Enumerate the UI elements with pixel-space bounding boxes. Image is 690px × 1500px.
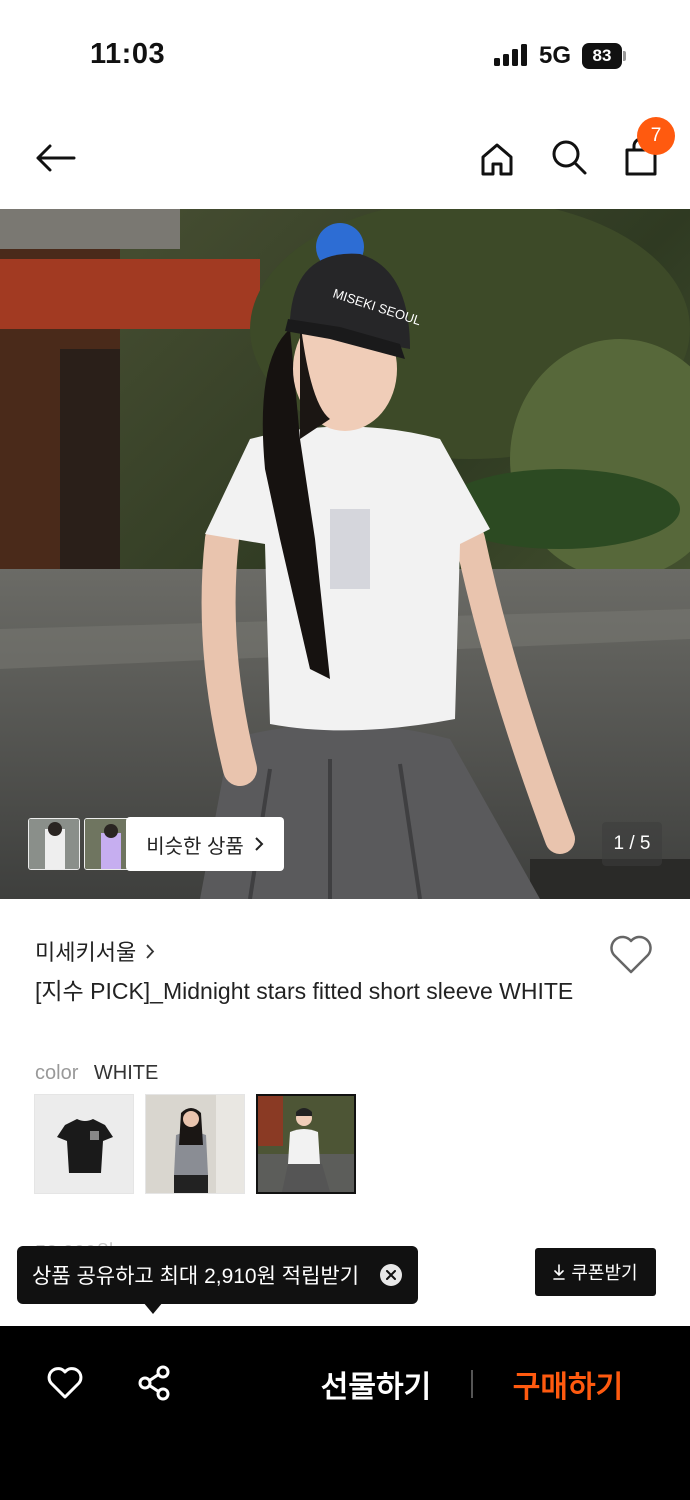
back-arrow-icon: [36, 144, 76, 172]
product-main-image[interactable]: MISEKI SEOUL: [0, 209, 690, 899]
color-swatch-selected[interactable]: [256, 1094, 356, 1194]
home-button[interactable]: [474, 136, 520, 182]
coupon-label: 쿠폰받기: [571, 1263, 638, 1283]
color-value: WHITE: [93, 1062, 159, 1084]
bottom-divider: [471, 1370, 473, 1398]
search-button[interactable]: [546, 134, 592, 180]
heart-icon: [610, 935, 652, 974]
mini-thumbnails[interactable]: [28, 818, 136, 870]
similar-products-label: 비슷한 상품: [146, 835, 244, 858]
color-swatches: [34, 1094, 356, 1194]
image-page-counter: 1 / 5: [602, 822, 662, 866]
home-icon: [481, 143, 513, 176]
back-button[interactable]: [30, 136, 80, 180]
color-swatch[interactable]: [34, 1094, 134, 1194]
tooltip-close-button[interactable]: [380, 1264, 402, 1286]
cart-count-badge: 7: [637, 117, 675, 155]
gift-button[interactable]: 선물하기: [310, 1360, 442, 1408]
mini-thumbnail[interactable]: [28, 818, 80, 870]
product-title: [지수 PICK]_Midnight stars fitted short sl…: [35, 978, 574, 1004]
share-button[interactable]: [133, 1362, 175, 1404]
bottom-action-bar: [0, 1326, 690, 1500]
search-icon: [552, 140, 587, 175]
status-time: 11:03: [90, 38, 166, 70]
close-icon: [386, 1270, 396, 1280]
color-swatch[interactable]: [145, 1094, 245, 1194]
chevron-right-icon: [255, 837, 264, 851]
wishlist-button[interactable]: [608, 932, 654, 976]
buy-button[interactable]: 구매하기: [498, 1360, 638, 1408]
chevron-right-icon: [146, 943, 155, 959]
network-label: 5G: [539, 42, 572, 69]
tooltip-arrow: [143, 1302, 163, 1314]
bottom-wishlist-button[interactable]: [44, 1362, 86, 1404]
heart-icon: [47, 1367, 83, 1399]
brand-name: 미세키서울: [35, 940, 137, 965]
brand-link[interactable]: 미세키서울: [35, 935, 155, 967]
color-option-row: color WHITE: [35, 1062, 158, 1085]
signal-icon: [494, 44, 527, 66]
coupon-download-button[interactable]: 쿠폰받기: [535, 1248, 656, 1296]
share-reward-tooltip: 상품 공유하고 최대 2,910원 적립받기: [17, 1246, 418, 1304]
share-icon: [138, 1365, 170, 1401]
battery-icon: 83: [582, 43, 626, 69]
download-icon: [553, 1264, 566, 1280]
tooltip-text: 상품 공유하고 최대 2,910원 적립받기: [32, 1265, 360, 1288]
color-label: color: [35, 1062, 79, 1084]
battery-level: 83: [582, 43, 622, 69]
similar-products-button[interactable]: 비슷한 상품: [126, 817, 284, 871]
